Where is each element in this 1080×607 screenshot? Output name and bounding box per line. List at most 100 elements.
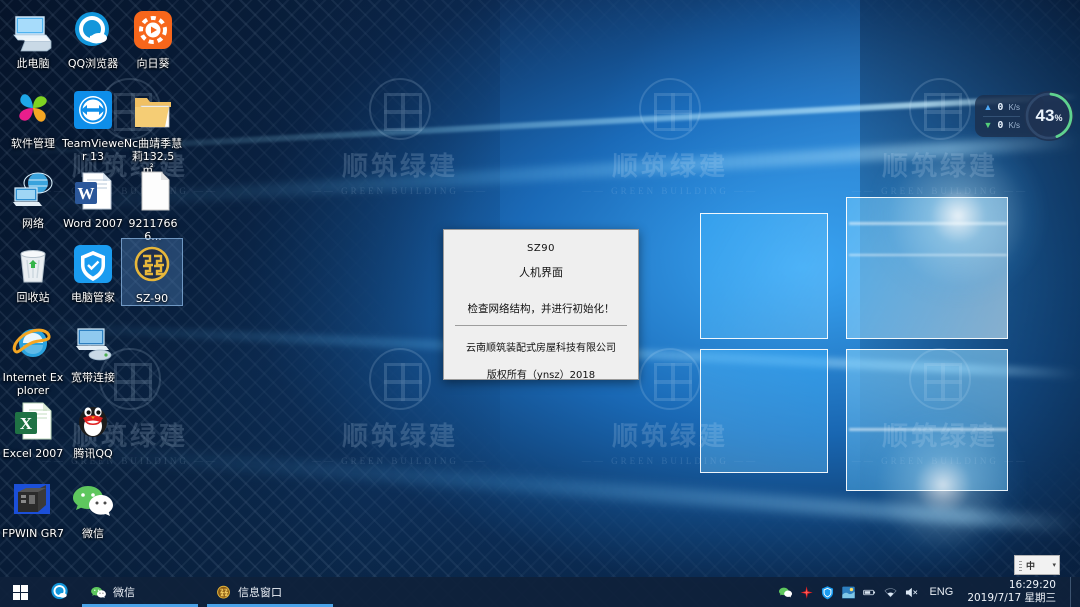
wechat-icon [91, 586, 106, 598]
desktop-icon-nc-folder[interactable]: Nc曲靖季慧莉132.5㎡... [122, 84, 184, 176]
dialog-copyright: 版权所有（ynsz）2018 [486, 370, 596, 381]
dialog-divider [455, 325, 627, 326]
desktop-icon-sz90[interactable]: SZ-90 [121, 238, 183, 306]
start-button[interactable] [0, 577, 40, 607]
broadband-icon [70, 322, 116, 368]
desktop-icon-pc-manager[interactable]: 电脑管家 [62, 238, 124, 304]
language-bar-grip[interactable] [1019, 559, 1022, 571]
desktop-icon-label: 回收站 [16, 291, 50, 304]
svg-text:W: W [78, 184, 95, 203]
desktop-icon-label: 微信 [82, 527, 104, 540]
upload-rate-row: ▲ 0 K/s [983, 99, 1020, 116]
blank-file-icon [130, 168, 176, 214]
wechat-tray-icon[interactable] [778, 585, 793, 600]
wallpaper-glow [858, 400, 1028, 570]
show-desktop-button[interactable] [1070, 577, 1076, 607]
software-manager-icon [10, 88, 56, 134]
desktop-icon-label: Word 2007 [63, 217, 123, 230]
upload-value: 0 [997, 102, 1004, 113]
desktop-icon-label: 电脑管家 [71, 291, 115, 304]
upload-unit: K/s [1008, 103, 1020, 112]
system-tray[interactable]: ENG 16:29:20 2019/7/17 星期三 [778, 577, 1080, 607]
desktop-icon-wechat[interactable]: 微信 [62, 474, 124, 540]
tencent-shield-tray-icon[interactable] [820, 585, 835, 600]
usage-ring[interactable]: 43% [1024, 91, 1074, 141]
taskbar-task-wechat[interactable]: 微信 [80, 577, 200, 607]
network-monitor-widget[interactable]: ▲ 0 K/s ▼ 0 K/s 43% [975, 90, 1074, 142]
desktop-icon-label: 腾讯QQ [73, 447, 113, 460]
taskbar-quicklaunch-qq-browser[interactable] [40, 577, 80, 607]
taskbar-task-message-window[interactable]: 信息窗口 [205, 577, 335, 607]
desktop-icon-excel[interactable]: X Excel 2007 [2, 394, 64, 460]
recycle-bin-icon [10, 242, 56, 288]
desktop-icon-fpwin[interactable]: FPWIN GR7 [2, 474, 64, 540]
sz90-message-icon [217, 585, 230, 599]
desktop-icon-qq-browser[interactable]: QQ浏览器 [62, 4, 124, 70]
taskbar[interactable]: 微信 信息窗口 ENG 16:29:20 2019/7/17 星期三 [0, 577, 1080, 607]
red-plane-tray-icon[interactable] [799, 585, 814, 600]
network-icon [10, 168, 56, 214]
qq-browser-icon [51, 582, 68, 600]
desktop-icon-broadband[interactable]: 宽带连接 [62, 318, 124, 384]
desktop-icon-label: Excel 2007 [2, 447, 64, 460]
desktop-icon-qq[interactable]: 腾讯QQ [62, 394, 124, 460]
dialog-subtitle: 人机界面 [519, 266, 563, 279]
desktop-icon-label: TeamViewer 13 [62, 137, 124, 163]
desktop-icon-label: 宽带连接 [71, 371, 115, 384]
desktop[interactable]: 顺筑绿建 GREEN BUILDING 顺筑绿建 GREEN BUILDING … [0, 0, 1080, 607]
sz90-splash-dialog[interactable]: SZ90 人机界面 检查网络结构，并进行初始化！ 云南顺筑装配式房屋科技有限公司… [443, 229, 639, 381]
download-arrow-icon: ▼ [983, 119, 993, 130]
clock-time: 16:29:20 [1008, 579, 1056, 591]
desktop-icon-label: 网络 [22, 217, 44, 230]
taskbar-task-label: 微信 [113, 586, 135, 599]
desktop-icon-label: 向日葵 [136, 57, 170, 70]
this-pc-icon [10, 8, 56, 54]
dialog-company: 云南顺筑装配式房屋科技有限公司 [466, 343, 616, 354]
desktop-icon-this-pc[interactable]: 此电脑 [2, 4, 64, 70]
battery-tray-icon[interactable] [862, 585, 877, 600]
wallpaper-glow [868, 126, 1048, 306]
desktop-icon-sunflower[interactable]: 向日葵 [122, 4, 184, 70]
desktop-icon-blank-file[interactable]: 92117666... [122, 164, 184, 243]
windows-pane-bottom-left [700, 349, 828, 473]
chevron-down-icon[interactable]: ▾ [1052, 562, 1056, 569]
desktop-icon-recycle-bin[interactable]: 回收站 [2, 238, 64, 304]
desktop-icon-internet-explorer[interactable]: Internet Explorer [2, 318, 64, 397]
desktop-icon-label: 软件管理 [11, 137, 55, 150]
download-rate-row: ▼ 0 K/s [983, 116, 1020, 133]
desktop-icon-label: FPWIN GR7 [2, 527, 64, 540]
teamviewer-icon [70, 88, 116, 134]
desktop-icon-word[interactable]: W Word 2007 [62, 164, 124, 230]
language-bar-label[interactable]: 中 [1026, 559, 1035, 572]
desktop-icon-network[interactable]: 网络 [2, 164, 64, 230]
map-tray-icon[interactable] [841, 585, 856, 600]
dialog-title: SZ90 [527, 243, 555, 254]
volume-muted-tray-icon[interactable] [904, 585, 919, 600]
download-value: 0 [997, 119, 1004, 131]
desktop-icon-software-manager[interactable]: 软件管理 [2, 84, 64, 150]
fpwin-icon [10, 478, 56, 524]
sunflower-icon [130, 8, 176, 54]
ie-icon [10, 322, 56, 368]
word-icon: W [70, 168, 116, 214]
qq-penguin-icon [70, 398, 116, 444]
desktop-icon-label: QQ浏览器 [67, 57, 119, 70]
windows-pane-top-left [700, 213, 828, 339]
desktop-icon-teamviewer[interactable]: TeamViewer 13 [62, 84, 124, 163]
dialog-message: 检查网络结构，并进行初始化！ [467, 303, 615, 315]
upload-arrow-icon: ▲ [983, 102, 993, 112]
desktop-icon-label: 此电脑 [16, 57, 50, 70]
svg-text:X: X [20, 414, 33, 433]
download-unit: K/s [1008, 120, 1020, 130]
windows-logo-icon [12, 584, 28, 600]
language-bar[interactable]: 中 ▾ [1014, 555, 1060, 575]
qq-browser-icon [70, 8, 116, 54]
excel-icon: X [10, 398, 56, 444]
wechat-icon [70, 478, 116, 524]
usage-percent: 43% [1035, 106, 1063, 125]
pc-manager-icon [70, 242, 116, 288]
wifi-tray-icon[interactable] [883, 585, 898, 600]
input-language-indicator[interactable]: ENG [925, 586, 957, 598]
taskbar-clock[interactable]: 16:29:20 2019/7/17 星期三 [963, 579, 1064, 605]
taskbar-task-label: 信息窗口 [238, 586, 282, 599]
